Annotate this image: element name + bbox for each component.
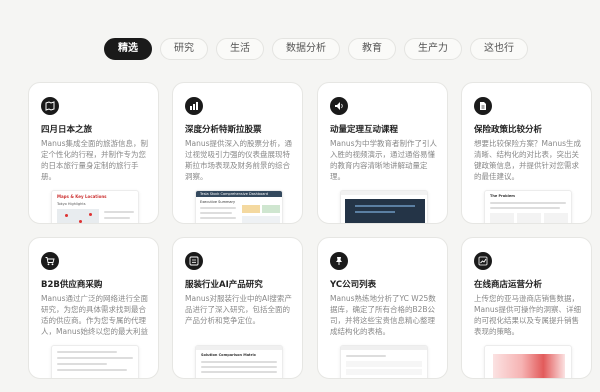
preview-map xyxy=(57,209,99,223)
card-title: 四月日本之旅 xyxy=(41,125,93,135)
use-case-card[interactable]: B2B供应商采购 Manus通过广泛的网络进行全面研究，为您的具体需求找到最合适… xyxy=(28,237,159,379)
preview-title: Solution Comparison Matrix xyxy=(201,353,256,357)
tab-life[interactable]: 生活 xyxy=(216,38,264,60)
card-preview xyxy=(340,345,428,378)
use-case-card[interactable]: 在线商店运营分析 上传您的亚马逊商店销售数据，Manus提供可操作的洞察、详细的… xyxy=(461,237,592,379)
document-icon xyxy=(474,97,492,115)
list-icon xyxy=(185,252,203,270)
pin-icon xyxy=(330,252,348,270)
use-case-card[interactable]: YC公司列表 Manus熟练地分析了YC W25数据库，确定了所有合格的B2B公… xyxy=(317,237,448,379)
card-description: Manus提供深入的股票分析，通过视觉吸引力强的仪表盘展现特斯拉市场表现及财务前… xyxy=(185,139,292,181)
card-title: B2B供应商采购 xyxy=(41,280,103,290)
preview-title: The Problem xyxy=(490,194,515,198)
card-description: Manus通过广泛的网络进行全面研究，为您的具体需求找到最合适的供应商。作为您专… xyxy=(41,294,148,336)
card-preview: Maps & Key Locations Tokyo Highlights xyxy=(51,190,139,223)
preview-heatmap xyxy=(493,354,565,378)
category-tabs: 精选 研究 生活 数据分析 教育 生产力 这也行 xyxy=(104,38,528,60)
use-case-card[interactable]: 保险政策比较分析 想要比较保险方案？Manus生成清晰、结构化的对比表，突出关键… xyxy=(461,82,592,224)
card-title: 服装行业AI产品研究 xyxy=(185,280,263,290)
use-case-card[interactable]: 动量定理互动课程 Manus为中学教育者制作了引人入胜的视频演示，通过通俗易懂的… xyxy=(317,82,448,224)
preview-subtitle: Executive Summary xyxy=(200,200,236,204)
tab-also-works[interactable]: 这也行 xyxy=(470,38,528,60)
preview-subtitle: Tokyo Highlights xyxy=(57,202,86,206)
card-preview xyxy=(51,345,139,378)
map-icon xyxy=(41,97,59,115)
card-title: 动量定理互动课程 xyxy=(330,125,399,135)
preview-title: Maps & Key Locations xyxy=(57,194,107,199)
card-title: 在线商店运营分析 xyxy=(474,280,543,290)
speaker-icon xyxy=(330,97,348,115)
preview-title: Tesla Stock Comprehensive Dashboard xyxy=(200,192,268,196)
card-description: 想要比较保险方案？Manus生成清晰、结构化的对比表，突出关键政策信息，并提供针… xyxy=(474,139,581,181)
card-preview: The Problem xyxy=(484,190,572,223)
tab-research[interactable]: 研究 xyxy=(160,38,208,60)
card-description: Manus熟练地分析了YC W25数据库，确定了所有合格的B2B公司，并将这些宝… xyxy=(330,294,436,336)
preview-video xyxy=(345,199,425,223)
card-preview xyxy=(340,190,428,223)
tab-productivity[interactable]: 生产力 xyxy=(404,38,462,60)
card-title: 深度分析特斯拉股票 xyxy=(185,125,262,135)
cart-icon xyxy=(41,252,59,270)
use-case-card[interactable]: 四月日本之旅 Manus集成全面的旅游信息，制定个性化的行程，并制作专为您的日本… xyxy=(28,82,159,224)
tab-data-analysis[interactable]: 数据分析 xyxy=(272,38,340,60)
tab-featured[interactable]: 精选 xyxy=(104,38,152,60)
card-preview xyxy=(484,345,572,378)
card-title: 保险政策比较分析 xyxy=(474,125,543,135)
chart-icon xyxy=(185,97,203,115)
tab-education[interactable]: 教育 xyxy=(348,38,396,60)
card-description: Manus对服装行业中的AI搜索产品进行了深入研究，包括全面的产品分析和竞争定位… xyxy=(185,294,292,325)
card-preview: Solution Comparison Matrix xyxy=(195,345,283,378)
use-case-card[interactable]: 服装行业AI产品研究 Manus对服装行业中的AI搜索产品进行了深入研究，包括全… xyxy=(172,237,303,379)
card-description: Manus为中学教育者制作了引人入胜的视频演示，通过通俗易懂的教育内容清晰地讲解… xyxy=(330,139,437,181)
card-description: Manus集成全面的旅游信息，制定个性化的行程，并制作专为您的日本旅行量身定制的… xyxy=(41,139,148,181)
use-case-card[interactable]: 深度分析特斯拉股票 Manus提供深入的股票分析，通过视觉吸引力强的仪表盘展现特… xyxy=(172,82,303,224)
card-description: 上传您的亚马逊商店销售数据，Manus提供可操作的洞察、详细的可视化结果以及专属… xyxy=(474,294,581,336)
card-preview: Tesla Stock Comprehensive Dashboard Exec… xyxy=(195,190,283,223)
card-title: YC公司列表 xyxy=(330,280,377,290)
trend-icon xyxy=(474,252,492,270)
